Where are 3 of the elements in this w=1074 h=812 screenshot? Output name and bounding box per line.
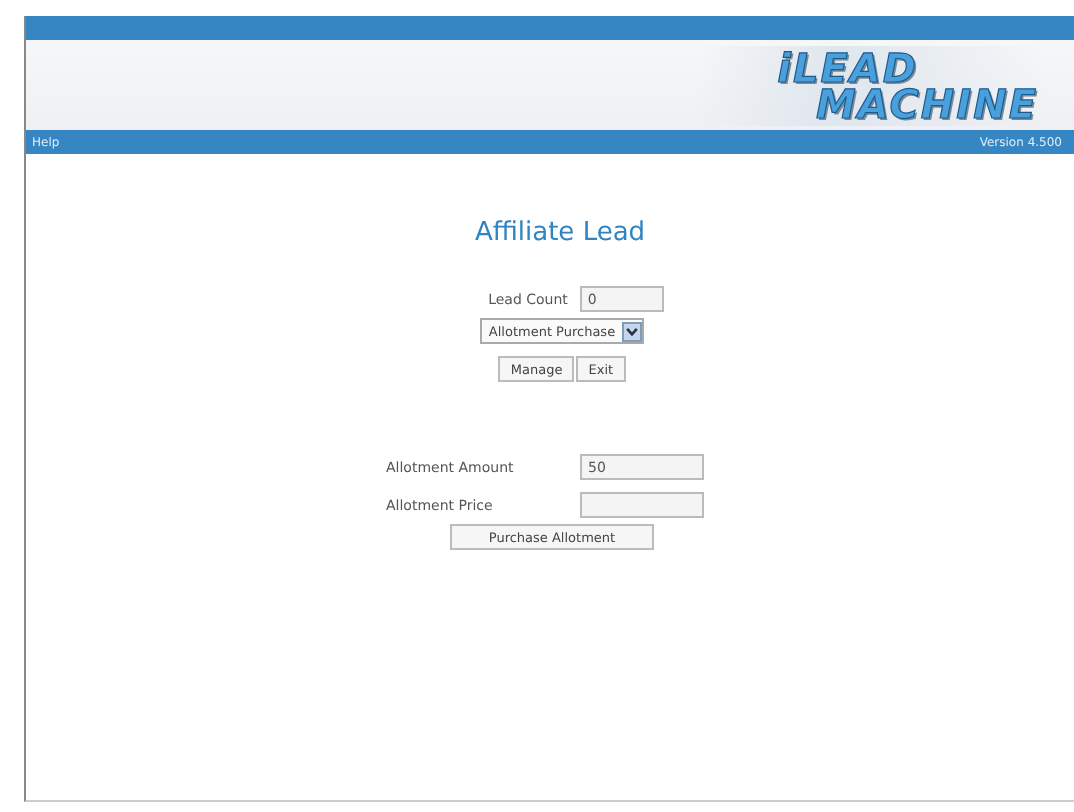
input-field[interactable] xyxy=(580,492,704,518)
page-title: Affiliate Lead xyxy=(472,218,646,248)
dropdown-arrow-icon xyxy=(621,321,642,341)
